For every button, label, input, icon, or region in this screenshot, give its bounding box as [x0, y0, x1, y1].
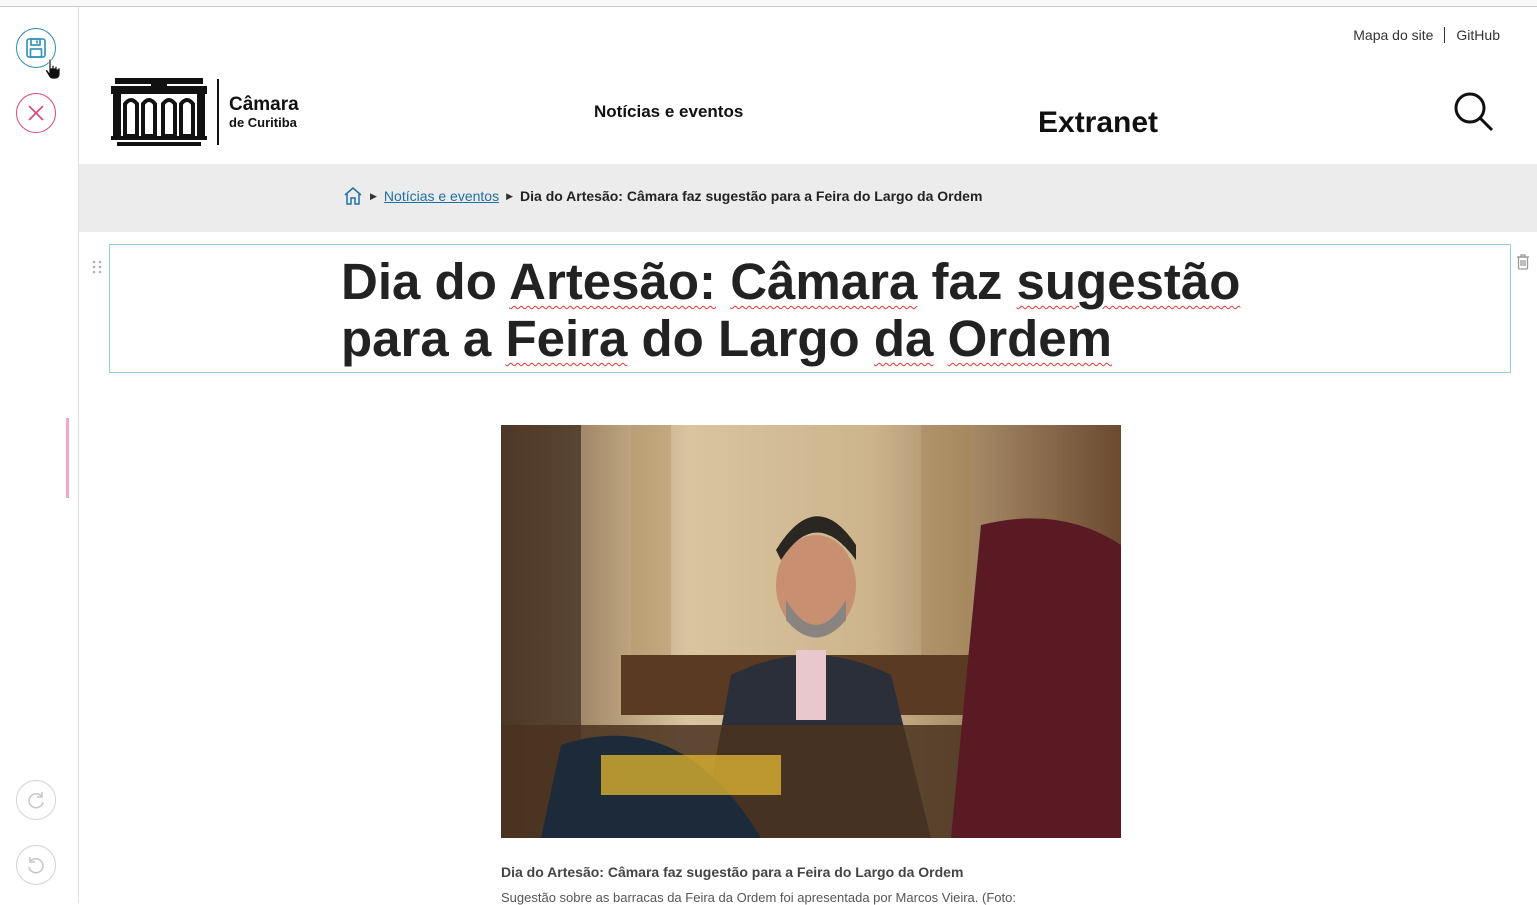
logo-subtitle: de Curitiba [229, 114, 297, 130]
redo-button[interactable] [16, 780, 56, 820]
title-word: para [341, 310, 449, 367]
redo-icon [28, 792, 44, 809]
title-word: sugestão [1016, 253, 1241, 310]
title-word: faz [931, 253, 1003, 310]
logo-text: Câmara de Curitiba [229, 93, 299, 130]
top-utility-nav: Mapa do site GitHub [1353, 27, 1500, 43]
title-word: Feira [505, 310, 628, 367]
home-icon[interactable] [343, 187, 363, 205]
undo-button[interactable] [16, 845, 56, 885]
article-photo[interactable] [501, 425, 1121, 838]
breadcrumb: ▶ Notícias e eventos ▶ Dia do Artesão: C… [343, 187, 982, 205]
title-word: do [434, 253, 497, 310]
divider [1444, 27, 1446, 43]
breadcrumb-link-news[interactable]: Notícias e eventos [384, 188, 499, 204]
breadcrumb-current: Dia do Artesão: Câmara faz sugestão para… [520, 188, 983, 204]
hand-cursor-icon [45, 58, 61, 80]
cancel-button[interactable] [16, 93, 56, 133]
camara-building-icon [111, 78, 207, 146]
title-word: a [462, 310, 492, 367]
logo-title: Câmara [229, 93, 299, 115]
close-icon [28, 105, 44, 121]
title-word: Câmara [730, 253, 918, 310]
title-word: do [641, 310, 704, 367]
breadcrumb-separator-icon: ▶ [370, 190, 377, 201]
photo-image [501, 425, 1121, 838]
site-logo[interactable]: Câmara de Curitiba [111, 78, 299, 146]
breadcrumb-separator-icon: ▶ [506, 190, 514, 201]
trash-icon[interactable] [1516, 254, 1530, 270]
search-icon[interactable] [1453, 91, 1495, 133]
undo-icon [28, 857, 44, 874]
nav-extranet[interactable]: Extranet [1038, 106, 1158, 140]
github-link[interactable]: GitHub [1456, 27, 1500, 43]
drag-handle-icon[interactable] [92, 260, 102, 274]
sitemap-link[interactable]: Mapa do site [1353, 27, 1433, 43]
photo-caption-title: Dia do Artesão: Câmara faz sugestão para… [501, 864, 964, 880]
logo-divider [217, 79, 219, 145]
edit-toolbar [0, 7, 79, 903]
save-icon [26, 38, 46, 58]
title-word: da [873, 310, 934, 367]
title-word: Largo [718, 310, 860, 367]
nav-news-events[interactable]: Notícias e eventos [594, 102, 743, 122]
title-word: Artesão: [509, 253, 717, 310]
title-word: Dia [341, 253, 421, 310]
window-top-border [0, 0, 1537, 7]
block-indicator [66, 418, 69, 498]
title-word: Ordem [947, 310, 1112, 367]
article-title[interactable]: Dia do Artesão: Câmara faz sugestão para… [341, 253, 1261, 367]
